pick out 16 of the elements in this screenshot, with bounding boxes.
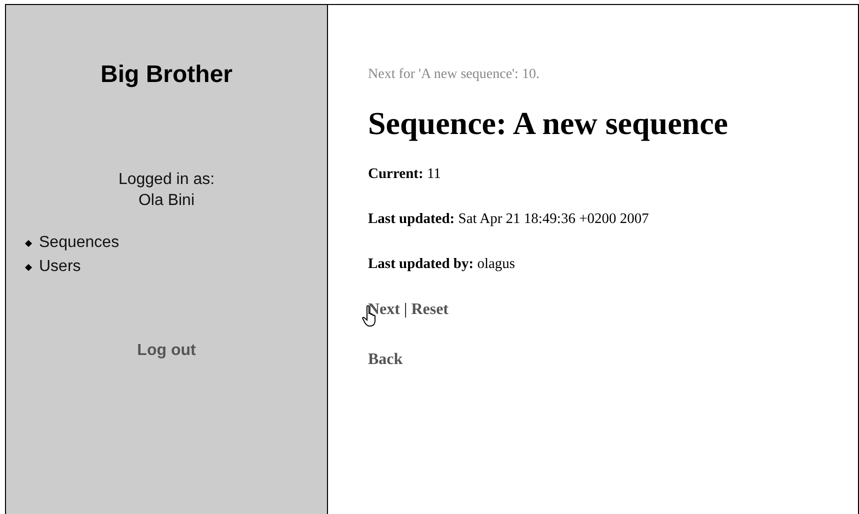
notice-message: Next for 'A new sequence': 10. [368,67,540,83]
back-link[interactable]: Back [368,351,403,369]
action-link[interactable]: Reset [411,301,448,319]
page-heading: Sequence: A new sequence [368,105,729,142]
site-title: Big Brother [100,61,232,89]
logout-link[interactable]: Log out [137,342,196,359]
detail-line: Last updated: Sat Apr 21 18:49:36 +0200 2007 [368,211,650,228]
separator-text: | [404,301,408,319]
logged-in-label: Logged in as: [118,170,215,190]
detail-line: Current: 11 [368,166,442,183]
nav-link[interactable]: Users [39,255,81,279]
bullet-icon [24,263,32,271]
nav-link[interactable]: Sequences [39,231,120,255]
user-name: Ola Bini [138,191,194,211]
detail-line: Last updated by: olagus [368,256,516,273]
bullet-icon [24,239,32,247]
